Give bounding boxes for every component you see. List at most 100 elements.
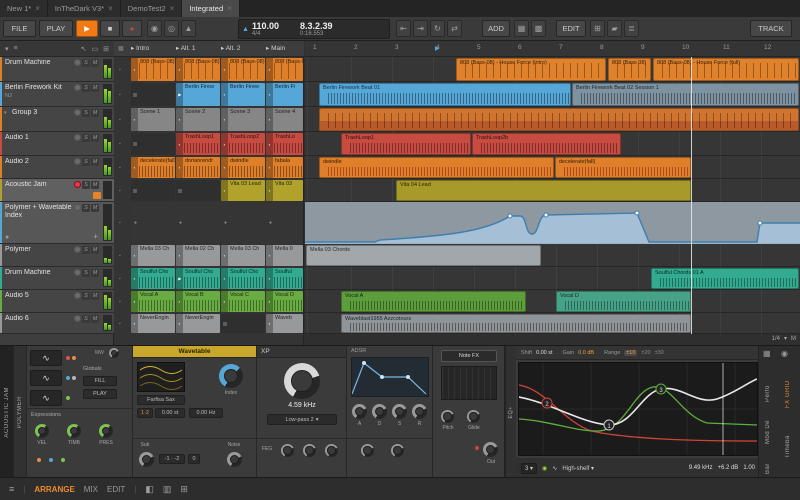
play-mode-chip[interactable]: PLAY [83,389,117,399]
fill-button[interactable]: FILL [83,376,117,386]
clip-slot-playing[interactable]: ▶ Soulful Cho [176,268,220,289]
playhead[interactable] [691,57,692,334]
stop-clip-button[interactable]: ▪ [119,92,121,98]
detune-chip[interactable]: 0.00 st [155,408,185,418]
arranger-clip[interactable]: Vita 04 Lead [396,180,691,201]
arranger-clip[interactable]: Berlin Firework Beat 01 [319,83,571,106]
clip-slot[interactable]: ▪ dwindle [221,157,265,178]
time-display[interactable]: 0:16.553 [300,31,389,37]
close-tab-icon[interactable]: × [170,4,175,13]
stop-all-clips-icon[interactable]: ▦ [118,45,124,52]
wavetable-preset[interactable]: Farfisa Sax [137,395,185,405]
arranger-clip[interactable]: Vocal D [556,291,691,312]
track-name[interactable]: Audio 2 [5,158,71,165]
arranger-clip[interactable]: 808 (Bass 08) [608,58,651,81]
empty-clip-slot[interactable]: ● [221,203,265,243]
clip-slot[interactable]: ▪ Berlin Firew [221,83,265,106]
track-name[interactable]: Drum Machine [5,59,71,66]
arranger-clip[interactable]: 808 (Bass-08) - House Force (full) [653,58,799,81]
clip-launch-icon[interactable]: ▪ [221,83,228,106]
sub-octave-chip[interactable]: -1 · -2 [159,454,185,464]
clip-slot[interactable]: ▪ NeverEngin [131,314,175,333]
grid-icon[interactable]: ⊞ [103,45,109,53]
fx-grid-tab[interactable]: FX GRID [785,366,791,408]
stop-clip-button[interactable]: ▪ [119,117,121,123]
range-30-button[interactable]: ±30 [655,350,664,356]
clip-slot[interactable]: ▪ decelerate(fall) [131,157,175,178]
position-display[interactable]: 8.3.2.39 [300,21,389,31]
band-type-dropdown[interactable]: High-shelf ▾ [562,465,594,472]
tempo-icon[interactable]: ▲ [239,20,252,38]
glide-knob[interactable] [467,410,480,423]
track-name[interactable]: Berlin Firework Kit [5,84,71,91]
wavetable-header[interactable]: Wavetable [133,346,256,358]
clip-launcher-icon[interactable]: ▦ [514,20,529,37]
clip-slot[interactable]: ▪ Soulful Cho [221,268,265,289]
clip-stop-dot-icon[interactable]: ● [269,220,272,226]
arranger-clip[interactable]: dwindle [319,157,554,178]
band-gain-value[interactable]: +6.2 dB [717,465,738,471]
arranger-clip[interactable]: Soulful Chords 01 A [651,268,799,289]
clip-slot[interactable]: ▪ Soulful [266,268,303,289]
bar-tab[interactable]: Bar [765,450,771,474]
track-row[interactable]: Audio 6 SM [0,313,114,334]
record-arm-button[interactable] [74,181,81,188]
clip-slot[interactable]: ▪ Mella 03 Ch [221,245,265,266]
add-track-button[interactable]: ADD [482,20,510,37]
record-arm-button[interactable] [74,246,81,253]
band-q-value[interactable]: 1.00 [743,465,755,471]
clip-launch-icon[interactable]: ▪ [176,58,183,81]
record-arm-button[interactable] [74,315,81,322]
envelope-display[interactable] [351,357,429,397]
stop-clip-button[interactable]: ▪ [119,67,121,73]
pitch-knob[interactable] [441,410,454,423]
clip-slot[interactable]: ▪ Mella 0 [266,245,303,266]
clip-slot[interactable]: ▪ Vocal C [221,291,265,312]
clip-slot[interactable]: ▪ Berlin Fi [266,83,303,106]
clip-launch-icon[interactable]: ▪ [131,268,138,289]
clip-launch-icon[interactable]: ▪ [176,291,183,312]
snap-settings[interactable]: 1/4 ▾ M [772,335,796,343]
clip-play-icon[interactable]: ▶ [176,83,183,106]
lfo-rate-chip[interactable]: 0.00 Hz [189,408,223,418]
stop-clip-button[interactable]: ▪ [119,141,121,147]
stop-clip-button[interactable]: ▪ [119,188,121,194]
gain-value[interactable]: 0.0 dB [578,350,594,356]
solo-button[interactable]: S [82,246,90,254]
device-indicator-badge[interactable] [93,192,101,199]
automation-lane[interactable] [305,202,800,244]
clip-launch-icon[interactable]: ▪ [266,83,273,106]
clip-stop-dot-icon[interactable]: ● [179,220,182,226]
solo-button[interactable]: S [82,84,90,92]
solo-button[interactable]: S [82,269,90,277]
record-arm-button[interactable] [74,292,81,299]
solo-button[interactable]: S [82,315,90,323]
scene-header[interactable]: ▸ Intro [131,44,175,52]
clip-slot[interactable]: ▪ Mella 02 Ch [176,245,220,266]
arranger-clip[interactable]: Vocal A [341,291,526,312]
clip-launch-icon[interactable]: ▪ [266,133,273,155]
group-expander-icon[interactable]: ▾ [4,110,7,116]
list-edit-icon[interactable]: ≣ [624,20,639,37]
clip-launch-icon[interactable]: ▪ [131,314,138,333]
record-arm-button[interactable] [74,109,81,116]
record-arm-button[interactable] [74,134,81,141]
track-name[interactable]: Acoustic Jam [5,181,71,188]
cutoff-value[interactable]: 4.59 kHz [257,402,347,409]
panel-target-icon[interactable]: ◉ [781,349,788,358]
clip-play-icon[interactable]: ▶ [176,268,183,289]
oscillator-1-waveform-icon[interactable]: ∿ [30,350,62,366]
eq-device-strip[interactable]: EQ+ [506,346,516,478]
timebase-tab[interactable]: Timeba [785,416,791,458]
clip-slot[interactable]: ▪ Mella 03 Ch [131,245,175,266]
empty-clip-slot[interactable] [131,133,175,155]
close-tab-icon[interactable]: × [35,4,40,13]
dual-display-icon[interactable]: ⊞ [180,484,188,495]
track-row[interactable]: Berlin Firework Kit NJ SM [0,82,114,107]
sustain-knob[interactable] [392,404,407,419]
track-row[interactable]: Drum Machine SM [0,267,114,290]
tab-integrated[interactable]: Integrated × [182,0,240,17]
snap-value[interactable]: 1/4 [772,336,780,342]
clip-launch-icon[interactable]: ▪ [221,108,228,131]
clip-launch-icon[interactable]: ▪ [221,268,228,289]
